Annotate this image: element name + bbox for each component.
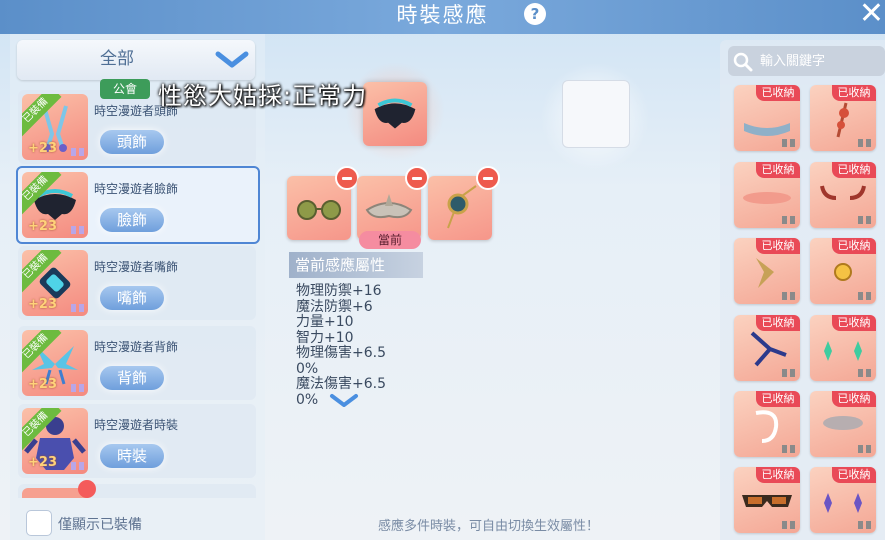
induced-item-monocle[interactable] [428, 166, 500, 240]
collected-tag: 已收納 [756, 391, 800, 407]
slot-button-mouth[interactable]: 嘴飾 [100, 286, 164, 310]
costume-thumbnail: 已裝備 +23 [22, 408, 88, 474]
quality-dots [782, 521, 796, 529]
collection-item[interactable]: 已收納 [810, 315, 876, 381]
collected-tag: 已收納 [832, 85, 876, 101]
collected-tag: 已收納 [832, 467, 876, 483]
filter-label: 全部 [100, 49, 134, 69]
attributes-header: 當前感應屬性 [289, 252, 423, 278]
equip-slot-face[interactable]: 已裝備 +23 時空漫遊者臉飾 臉飾 [16, 166, 260, 244]
face-item-icon [374, 98, 416, 129]
lock-icon [78, 480, 96, 498]
collection-item[interactable]: 已收納 [810, 85, 876, 151]
attribute-line: 物理傷害+6.5 [296, 345, 386, 361]
refine-level: +23 [28, 219, 57, 234]
collection-item[interactable]: 已收納 [810, 391, 876, 457]
quality-dots [71, 384, 85, 392]
collected-tag: 已收納 [832, 315, 876, 331]
face-thumbnail: 已裝備 +23 [22, 172, 88, 238]
quality-dots [782, 216, 796, 224]
refine-level: +23 [28, 141, 57, 156]
quality-dots [71, 226, 85, 234]
equip-slot-locked[interactable] [18, 484, 256, 498]
quality-dots [858, 521, 872, 529]
collected-tag: 已收納 [756, 315, 800, 331]
collection-item[interactable]: 已收納 [734, 238, 800, 304]
quality-dots [858, 216, 872, 224]
collected-tag: 已收納 [756, 238, 800, 254]
equip-slot-mouth[interactable]: 已裝備 +23 時空漫遊者嘴飾 嘴飾 [18, 246, 256, 320]
equip-slot-costume[interactable]: 已裝備 +23 時空漫遊者時裝 時裝 [18, 404, 256, 478]
remove-icon[interactable] [476, 166, 500, 190]
slot-button-headwear[interactable]: 頭飾 [100, 130, 164, 154]
close-icon[interactable]: ✕ [858, 0, 885, 32]
item-name: 時空漫遊者臉飾 [94, 182, 179, 196]
refine-level: +23 [28, 297, 57, 312]
quality-dots [782, 139, 796, 147]
collection-item[interactable]: 已收納 [734, 85, 800, 151]
chat-message: 性慾大姑採:正常力 [158, 82, 368, 110]
attribute-line: 智力+10 [296, 329, 354, 346]
collected-tag: 已收納 [756, 467, 800, 483]
attribute-line: 物理防禦+16 [296, 283, 382, 299]
attribute-line: 魔法防禦+6 [296, 298, 373, 315]
collection-item[interactable]: 已收納 [734, 391, 800, 457]
quality-dots [71, 148, 85, 156]
headwear-thumbnail: 已裝備 +23 [22, 94, 88, 160]
quality-dots [782, 292, 796, 300]
remove-icon[interactable] [335, 166, 359, 190]
collection-item[interactable]: 已收納 [810, 162, 876, 228]
attributes-list: 物理防禦+16 魔法防禦+6 力量+10 智力+10 物理傷害+6.5 0% 魔… [296, 283, 426, 408]
quality-dots [71, 304, 85, 312]
quality-dots [858, 369, 872, 377]
item-name: 時空漫遊者嘴飾 [94, 260, 179, 274]
collected-tag: 已收納 [832, 162, 876, 178]
chat-channel-badge: 公會 [100, 79, 150, 99]
mouth-thumbnail: 已裝備 +23 [22, 250, 88, 316]
collection-item[interactable]: 已收納 [810, 238, 876, 304]
equip-slot-back[interactable]: 已裝備 +23 時空漫遊者背飾 背飾 [18, 326, 256, 400]
help-icon[interactable]: ? [524, 3, 546, 25]
collection-item[interactable]: 已收納 [734, 315, 800, 381]
collection-item[interactable]: 已收納 [734, 467, 800, 533]
collected-tag: 已收納 [832, 391, 876, 407]
chevron-down-icon[interactable] [328, 392, 360, 410]
collected-tag: 已收納 [832, 238, 876, 254]
induction-empty-slot[interactable] [562, 80, 630, 148]
show-equipped-checkbox[interactable] [26, 510, 52, 536]
induced-item-glasses[interactable] [287, 166, 359, 240]
collection-item[interactable]: 已收納 [810, 467, 876, 533]
current-tag: 當前 [359, 231, 421, 249]
quality-dots [858, 445, 872, 453]
induction-main-slot[interactable] [363, 82, 427, 146]
collection-item[interactable]: 已收納 [734, 162, 800, 228]
quality-dots [858, 292, 872, 300]
slot-button-back[interactable]: 背飾 [100, 366, 164, 390]
item-name: 時空漫遊者時裝 [94, 418, 179, 432]
slot-button-costume[interactable]: 時裝 [100, 444, 164, 468]
chevron-down-icon[interactable] [214, 46, 250, 72]
attribute-line: 力量+10 [296, 314, 354, 330]
refine-level: +23 [28, 377, 57, 392]
collected-tag: 已收納 [756, 162, 800, 178]
attribute-line: 魔法傷害+6.5 [296, 376, 386, 392]
show-equipped-label: 僅顯示已裝備 [58, 517, 142, 533]
quality-dots [782, 445, 796, 453]
attribute-line: 0% [296, 360, 319, 377]
slot-button-face[interactable]: 臉飾 [100, 208, 164, 232]
page-title: 時裝感應 [396, 3, 489, 27]
footer-tip: 感應多件時裝，可自由切換生效屬性！ [378, 519, 600, 534]
quality-dots [71, 462, 85, 470]
remove-icon[interactable] [405, 166, 429, 190]
item-name: 時空漫遊者背飾 [94, 340, 179, 354]
quality-dots [858, 139, 872, 147]
search-icon [733, 52, 753, 72]
search-input[interactable] [760, 46, 880, 76]
back-thumbnail: 已裝備 +23 [22, 330, 88, 396]
refine-level: +23 [28, 455, 57, 470]
collected-tag: 已收納 [756, 85, 800, 101]
quality-dots [782, 369, 796, 377]
attribute-line: 0% [296, 391, 319, 408]
